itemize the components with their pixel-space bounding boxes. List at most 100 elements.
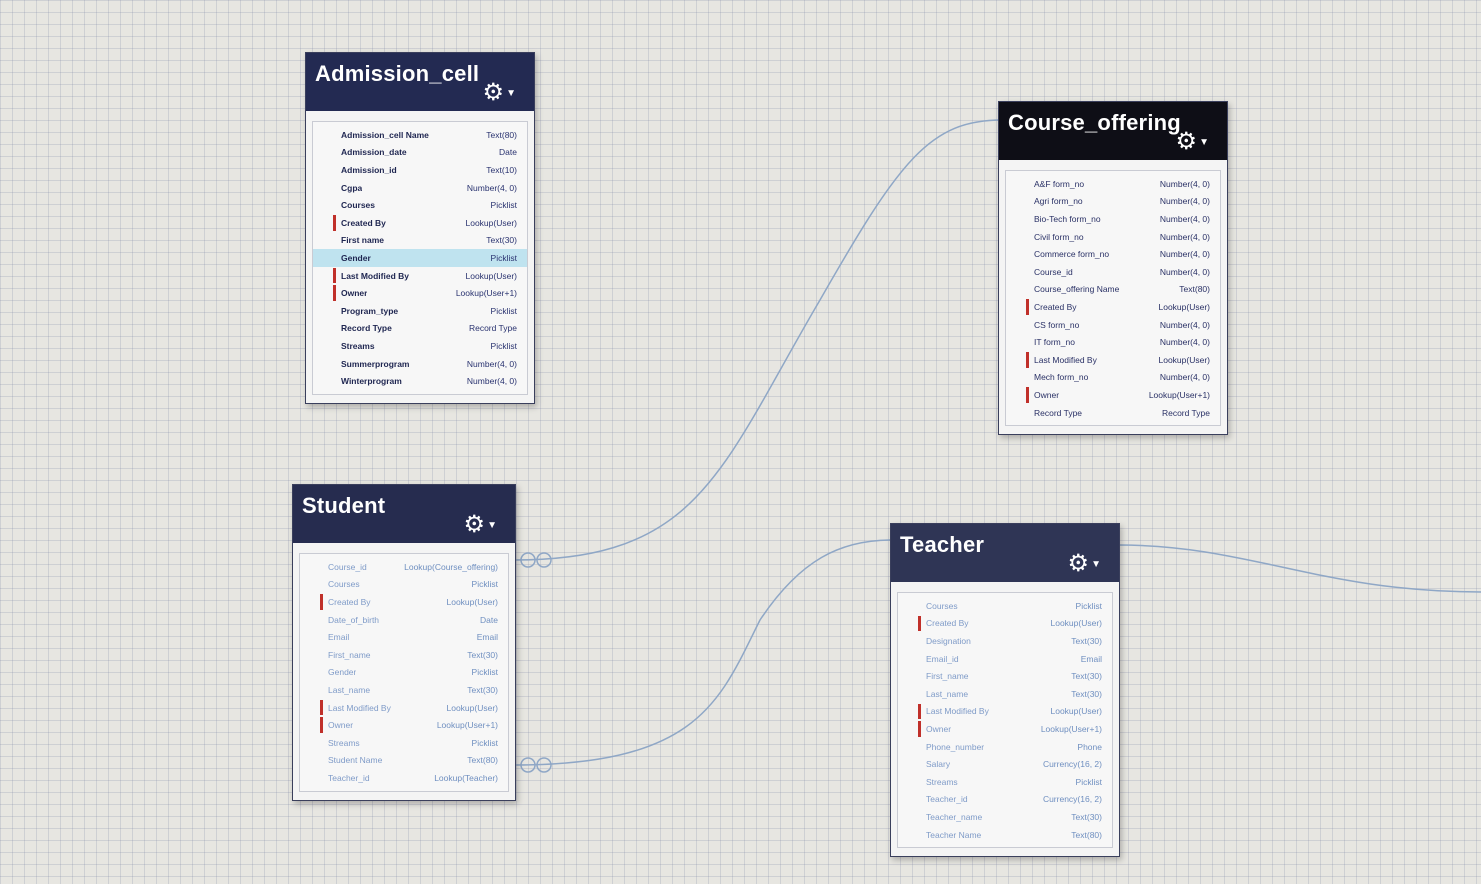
field-name: Admission_date: [341, 147, 407, 158]
field-type: Lookup(Teacher): [434, 772, 498, 783]
field-row[interactable]: Gender Picklist: [300, 664, 508, 682]
chevron-down-icon[interactable]: ▼: [506, 88, 516, 99]
entity-header[interactable]: Teacher ⚙ ▼: [891, 524, 1119, 582]
field-name: Admission_cell Name: [341, 129, 429, 140]
field-type: Lookup(User): [446, 596, 499, 607]
entity-header[interactable]: Admission_cell ⚙ ▼: [306, 53, 534, 111]
field-row[interactable]: Agri form_no Number(4, 0): [1006, 193, 1220, 211]
field-type: Lookup(User): [1158, 354, 1211, 365]
field-row[interactable]: Winterprogram Number(4, 0): [313, 372, 527, 390]
field-row[interactable]: Last Modified By Lookup(User): [313, 267, 527, 285]
field-name: Course_id: [328, 561, 367, 572]
field-type: Lookup(User+1): [1148, 389, 1210, 400]
gear-icon[interactable]: ⚙: [463, 513, 485, 537]
gear-icon[interactable]: ⚙: [482, 81, 504, 105]
field-row[interactable]: Course_id Number(4, 0): [1006, 263, 1220, 281]
field-row[interactable]: Courses Picklist: [300, 576, 508, 594]
gear-icon[interactable]: ⚙: [1175, 130, 1197, 154]
field-row[interactable]: Owner Lookup(User+1): [313, 284, 527, 302]
field-type: Lookup(User): [1050, 706, 1103, 717]
field-row[interactable]: A&F form_no Number(4, 0): [1006, 175, 1220, 193]
field-row[interactable]: Last Modified By Lookup(User): [1006, 351, 1220, 369]
field-name: Last_name: [926, 688, 969, 699]
field-row[interactable]: Teacher_id Lookup(Teacher): [300, 769, 508, 787]
schema-builder-canvas[interactable]: Admission_cell ⚙ ▼ Admission_cell Name Text(…: [0, 0, 1481, 884]
field-row[interactable]: Last_name Text(30): [898, 685, 1112, 703]
field-row[interactable]: Gender Picklist: [313, 249, 527, 267]
field-type: Lookup(User): [465, 270, 518, 281]
field-row[interactable]: Date_of_birth Date: [300, 611, 508, 629]
field-row[interactable]: Cgpa Number(4, 0): [313, 179, 527, 197]
field-row[interactable]: Record Type Record Type: [1006, 404, 1220, 422]
field-name: Student Name: [328, 755, 383, 766]
field-row[interactable]: Record Type Record Type: [313, 320, 527, 338]
field-row[interactable]: Created By Lookup(User): [313, 214, 527, 232]
field-row[interactable]: CS form_no Number(4, 0): [1006, 316, 1220, 334]
field-type: Picklist: [471, 737, 498, 748]
entity-admission-cell[interactable]: Admission_cell ⚙ ▼ Admission_cell Name Text(…: [305, 52, 535, 404]
entity-course-offering[interactable]: Course_offering ⚙ ▼ A&F form_no Number(4, 0)…: [998, 101, 1228, 436]
chevron-down-icon[interactable]: ▼: [487, 520, 497, 531]
field-row[interactable]: Courses Picklist: [313, 196, 527, 214]
field-row[interactable]: Email Email: [300, 628, 508, 646]
field-type: Number(4, 0): [1159, 178, 1210, 189]
field-row[interactable]: Student Name Text(80): [300, 752, 508, 770]
field-row[interactable]: Courses Picklist: [898, 597, 1112, 615]
field-name: CS form_no: [1034, 319, 1080, 330]
field-row[interactable]: Streams Picklist: [300, 734, 508, 752]
field-row[interactable]: Created By Lookup(User): [898, 615, 1112, 633]
field-row[interactable]: Last Modified By Lookup(User): [898, 703, 1112, 721]
field-name: Streams: [328, 737, 360, 748]
field-name: Summerprogram: [341, 358, 410, 369]
field-row[interactable]: Created By Lookup(User): [300, 593, 508, 611]
field-row[interactable]: Last Modified By Lookup(User): [300, 699, 508, 717]
field-row[interactable]: Summerprogram Number(4, 0): [313, 355, 527, 373]
field-row[interactable]: Teacher_name Text(30): [898, 808, 1112, 826]
entity-header[interactable]: Course_offering ⚙ ▼: [999, 102, 1227, 160]
field-row[interactable]: Admission_cell Name Text(80): [313, 126, 527, 144]
entity-student[interactable]: Student ⚙ ▼ Course_id Lookup(Course_offering…: [292, 484, 516, 801]
field-row[interactable]: Owner Lookup(User+1): [1006, 386, 1220, 404]
entity-teacher[interactable]: Teacher ⚙ ▼ Courses Picklist Created By Lookup…: [890, 523, 1120, 858]
field-row[interactable]: Designation Text(30): [898, 632, 1112, 650]
field-type: Text(80): [467, 755, 498, 766]
field-row[interactable]: Owner Lookup(User+1): [300, 716, 508, 734]
field-row[interactable]: Last_name Text(30): [300, 681, 508, 699]
field-row[interactable]: First_name Text(30): [300, 646, 508, 664]
field-row[interactable]: Phone_number Phone: [898, 738, 1112, 756]
field-row[interactable]: Course_id Lookup(Course_offering): [300, 558, 508, 576]
relationship-end-student-teacher: [536, 757, 552, 773]
relationship-end-student-teacher-2: [520, 757, 536, 773]
field-type: Number(4, 0): [1159, 337, 1210, 348]
field-name: Program_type: [341, 305, 399, 316]
field-row[interactable]: Salary Currency(16, 2): [898, 755, 1112, 773]
field-row[interactable]: Owner Lookup(User+1): [898, 720, 1112, 738]
chevron-down-icon[interactable]: ▼: [1091, 559, 1101, 570]
chevron-down-icon[interactable]: ▼: [1199, 137, 1209, 148]
field-row[interactable]: Course_offering Name Text(80): [1006, 281, 1220, 299]
field-row[interactable]: Mech form_no Number(4, 0): [1006, 369, 1220, 387]
field-row[interactable]: Bio-Tech form_no Number(4, 0): [1006, 210, 1220, 228]
field-row[interactable]: Teacher_id Currency(16, 2): [898, 791, 1112, 809]
entity-header[interactable]: Student ⚙ ▼: [293, 485, 515, 543]
field-row[interactable]: Streams Picklist: [898, 773, 1112, 791]
field-row[interactable]: Streams Picklist: [313, 337, 527, 355]
field-row[interactable]: IT form_no Number(4, 0): [1006, 333, 1220, 351]
field-name: Streams: [341, 340, 375, 351]
field-row[interactable]: First_name Text(30): [898, 667, 1112, 685]
field-type: Number(4, 0): [466, 376, 517, 387]
field-row[interactable]: Email_id Email: [898, 650, 1112, 668]
field-row[interactable]: Admission_id Text(10): [313, 161, 527, 179]
field-row[interactable]: Civil form_no Number(4, 0): [1006, 228, 1220, 246]
field-row[interactable]: Program_type Picklist: [313, 302, 527, 320]
gear-icon[interactable]: ⚙: [1067, 552, 1089, 576]
field-row[interactable]: Created By Lookup(User): [1006, 298, 1220, 316]
field-row[interactable]: First name Text(30): [313, 232, 527, 250]
field-name: Designation: [926, 635, 971, 646]
field-name: Created By: [926, 618, 969, 629]
field-row[interactable]: Commerce form_no Number(4, 0): [1006, 245, 1220, 263]
field-row[interactable]: Admission_date Date: [313, 144, 527, 162]
field-name: Course_id: [1034, 266, 1073, 277]
relationship-end-student-course-offering: [536, 552, 552, 568]
field-row[interactable]: Teacher Name Text(80): [898, 826, 1112, 844]
